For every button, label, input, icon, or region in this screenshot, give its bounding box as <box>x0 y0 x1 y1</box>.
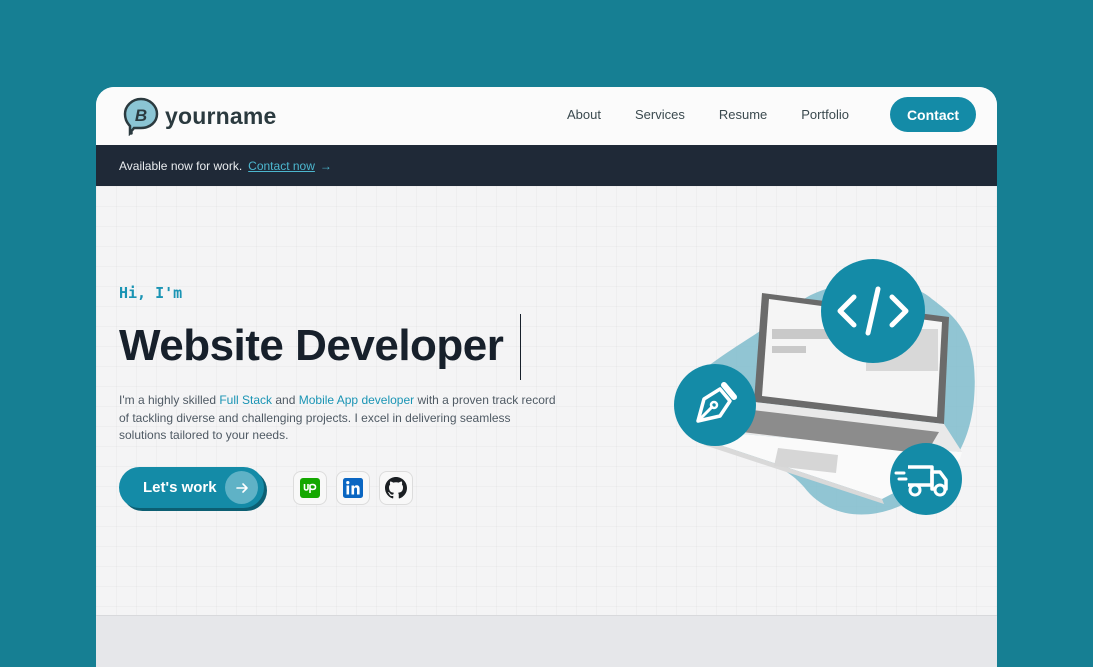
logo-icon: B <box>123 97 159 136</box>
lets-work-label: Let's work <box>143 479 217 496</box>
hero-headline: Website Developer <box>119 321 504 370</box>
hero-greeting: Hi, I'm <box>119 284 183 302</box>
nav-services[interactable]: Services <box>635 107 685 122</box>
nav-about[interactable]: About <box>567 107 601 122</box>
github-link[interactable] <box>379 471 413 505</box>
contact-now-link[interactable]: Contact now <box>248 159 315 173</box>
next-section <box>96 615 997 667</box>
logo-letter: B <box>135 106 147 125</box>
contact-button[interactable]: Contact <box>890 97 976 132</box>
arrow-right-icon <box>225 471 258 504</box>
desc-part-1: I'm a highly skilled <box>119 393 220 407</box>
social-links <box>293 471 422 505</box>
desc-highlight-mobile: Mobile App developer <box>298 393 415 407</box>
code-icon <box>821 259 925 363</box>
hero-section: Hi, I'm Website Developer I'm a highly s… <box>96 186 997 615</box>
pen-tool-icon <box>674 364 756 446</box>
desc-part-2: and <box>272 393 299 407</box>
desc-highlight-full-stack: Full Stack <box>219 393 273 407</box>
logo[interactable]: B yourname <box>122 96 277 136</box>
availability-banner: Available now for work. Contact now → <box>96 145 997 186</box>
brand-name: yourname <box>165 102 277 129</box>
laptop-illustration <box>674 259 975 515</box>
lets-work-button[interactable]: Let's work <box>119 467 264 508</box>
linkedin-link[interactable] <box>336 471 370 505</box>
site-header: B yourname About Services Resume Portfol… <box>96 87 997 145</box>
github-icon <box>385 477 407 499</box>
nav-portfolio[interactable]: Portfolio <box>801 107 849 122</box>
upwork-link[interactable] <box>293 471 327 505</box>
upwork-icon <box>300 478 320 498</box>
typing-caret <box>520 314 521 380</box>
linkedin-icon <box>343 478 363 498</box>
browser-window: B yourname About Services Resume Portfol… <box>96 87 997 667</box>
nav-resume[interactable]: Resume <box>719 107 767 122</box>
delivery-truck-icon <box>890 443 962 515</box>
arrow-right-icon[interactable]: → <box>320 159 332 173</box>
main-nav: About Services Resume Portfolio <box>567 107 849 122</box>
hero-description: I'm a highly skilled Full Stack and Mobi… <box>119 392 559 445</box>
banner-text: Available now for work. <box>119 158 243 173</box>
